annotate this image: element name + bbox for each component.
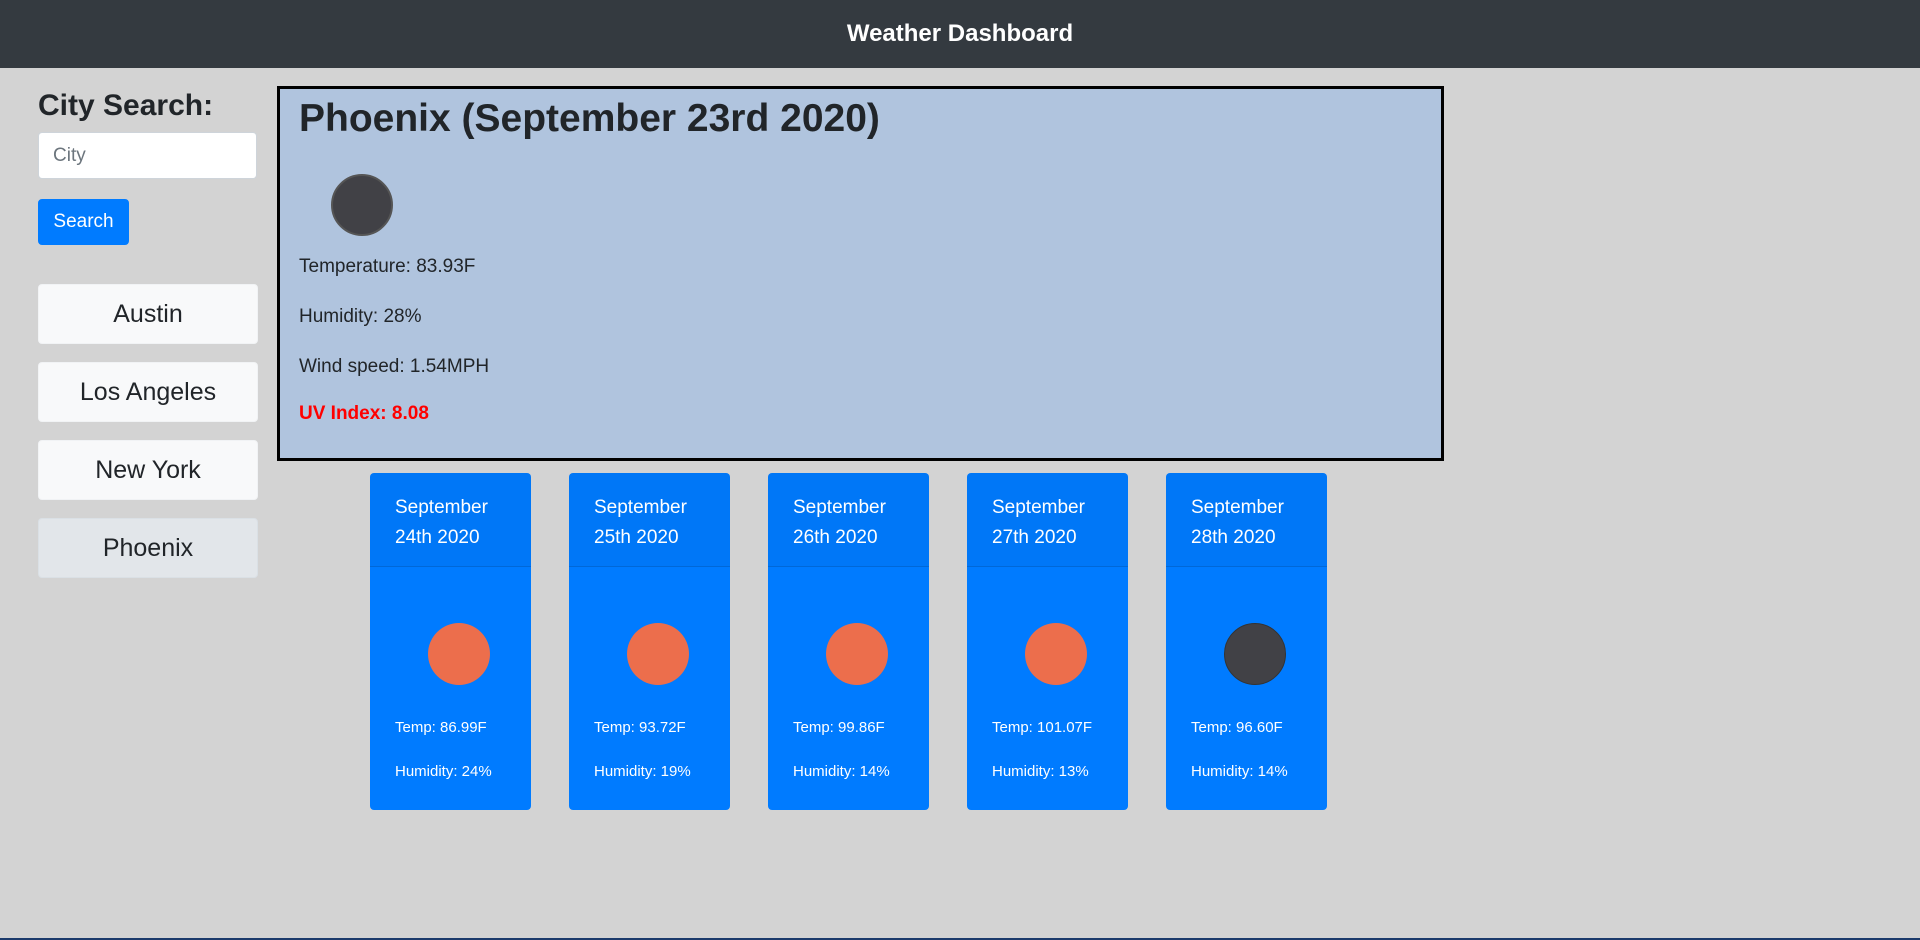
history-item-los-angeles[interactable]: Los Angeles	[38, 362, 258, 422]
sun-icon	[627, 623, 689, 685]
forecast-temp: Temp: 101.07F	[992, 719, 1093, 736]
navbar: Weather Dashboard	[0, 0, 1920, 68]
forecast-humidity: Humidity: 19%	[594, 763, 691, 780]
forecast-date: September 24th 2020	[370, 473, 531, 567]
forecast-date: September 26th 2020	[768, 473, 929, 567]
current-uv-index: UV Index: 8.08	[299, 403, 429, 424]
current-weather-panel: Phoenix (September 23rd 2020) Temperatur…	[277, 86, 1444, 461]
sun-icon	[826, 623, 888, 685]
app-title: Weather Dashboard	[846, 20, 1074, 47]
history-item-austin[interactable]: Austin	[38, 284, 258, 344]
sun-icon	[1025, 623, 1087, 685]
forecast-temp: Temp: 93.72F	[594, 719, 686, 736]
search-history: Austin Los Angeles New York Phoenix	[38, 284, 258, 578]
history-item-phoenix[interactable]: Phoenix	[38, 518, 258, 578]
search-button[interactable]: Search	[38, 199, 129, 245]
forecast-humidity: Humidity: 24%	[395, 763, 492, 780]
forecast-humidity: Humidity: 14%	[793, 763, 890, 780]
forecast-humidity: Humidity: 13%	[992, 763, 1089, 780]
forecast-card: September 24th 2020 Temp: 86.99F Humidit…	[370, 473, 531, 810]
forecast-card: September 28th 2020 Temp: 96.60F Humidit…	[1166, 473, 1327, 810]
forecast-date: September 27th 2020	[967, 473, 1128, 567]
forecast-temp: Temp: 86.99F	[395, 719, 487, 736]
forecast-humidity: Humidity: 14%	[1191, 763, 1288, 780]
night-icon	[1224, 623, 1286, 685]
forecast-temp: Temp: 99.86F	[793, 719, 885, 736]
current-city-title: Phoenix (September 23rd 2020)	[299, 97, 880, 140]
current-humidity: Humidity: 28%	[299, 306, 422, 327]
forecast-row: September 24th 2020 Temp: 86.99F Humidit…	[370, 473, 1327, 810]
city-search-heading: City Search:	[38, 89, 214, 122]
current-temperature: Temperature: 83.93F	[299, 256, 476, 277]
current-icon-wrap	[299, 143, 1422, 255]
current-wind-speed: Wind speed: 1.54MPH	[299, 356, 490, 377]
forecast-date: September 25th 2020	[569, 473, 730, 567]
night-icon	[331, 174, 393, 236]
forecast-card: September 26th 2020 Temp: 99.86F Humidit…	[768, 473, 929, 810]
forecast-temp: Temp: 96.60F	[1191, 719, 1283, 736]
sun-icon	[428, 623, 490, 685]
forecast-date: September 28th 2020	[1166, 473, 1327, 567]
city-search-input[interactable]	[38, 132, 257, 179]
forecast-card: September 27th 2020 Temp: 101.07F Humidi…	[967, 473, 1128, 810]
forecast-card: September 25th 2020 Temp: 93.72F Humidit…	[569, 473, 730, 810]
sidebar: City Search: Search Austin Los Angeles N…	[38, 86, 258, 596]
history-item-new-york[interactable]: New York	[38, 440, 258, 500]
